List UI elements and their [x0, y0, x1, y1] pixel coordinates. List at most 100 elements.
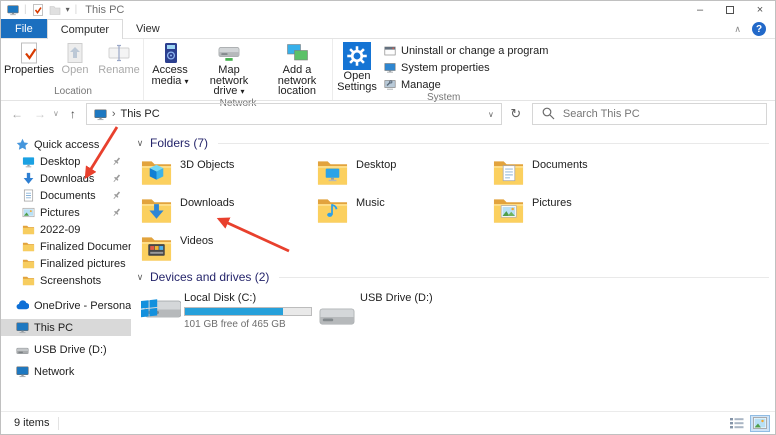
minimize-ribbon-icon[interactable]: ∧ — [734, 25, 741, 34]
sidebar-item-label: Network — [34, 366, 74, 378]
usb-drive-icon — [16, 343, 29, 356]
qat-customize-caret-icon[interactable]: ▾ — [66, 6, 70, 14]
maximize-button[interactable] — [715, 1, 745, 19]
sidebar-item-pictures[interactable]: Pictures — [1, 204, 131, 221]
back-button[interactable]: ← — [11, 108, 23, 120]
network-icon — [16, 365, 29, 378]
pictures-folder-icon — [493, 194, 524, 224]
open-button[interactable]: Open — [55, 40, 95, 76]
onedrive-cloud-icon — [16, 299, 29, 312]
sidebar-item-label: 2022-09 — [40, 224, 80, 236]
close-button[interactable]: × — [745, 1, 775, 19]
sidebar-item-downloads[interactable]: Downloads — [1, 170, 131, 187]
search-input[interactable] — [532, 103, 767, 125]
collapse-chevron-icon[interactable]: ∨ — [135, 272, 145, 283]
folder-tile-downloads[interactable]: Downloads — [141, 193, 317, 231]
help-button[interactable]: ? — [752, 22, 766, 36]
folders-grid: 3D Objects Desktop Documents Downloads M… — [141, 155, 775, 269]
collapse-chevron-icon[interactable]: ∨ — [135, 138, 145, 149]
up-button[interactable]: ↑ — [70, 108, 76, 120]
qat-properties-icon[interactable] — [32, 4, 44, 16]
sidebar-item-label: Pictures — [40, 207, 80, 219]
pin-icon — [111, 156, 122, 167]
system-properties-button[interactable]: System properties — [384, 61, 548, 75]
sidebar-item-label: This PC — [34, 322, 73, 334]
desktop-icon — [22, 155, 35, 168]
folder-tile-label: 3D Objects — [180, 159, 234, 171]
sidebar-item-this-pc[interactable]: This PC — [1, 319, 131, 336]
sidebar-item-finalized-pictures[interactable]: Finalized pictures — [1, 255, 131, 272]
sidebar-item-label: USB Drive (D:) — [34, 344, 107, 356]
folders-section-title[interactable]: Folders (7) — [150, 136, 208, 150]
add-network-location-icon — [286, 42, 308, 64]
sidebar-item-desktop[interactable]: Desktop — [1, 153, 131, 170]
view-buttons — [727, 415, 770, 432]
folders-section-header[interactable]: ∨ Folders (7) — [131, 135, 769, 151]
forward-button[interactable]: → — [34, 108, 46, 120]
sidebar-item-label: Desktop — [40, 156, 80, 168]
location-group-label: Location — [3, 86, 143, 100]
document-icon — [22, 189, 35, 202]
download-arrow-icon — [22, 172, 35, 185]
tab-view[interactable]: View — [123, 19, 173, 38]
minimize-icon: – — [697, 4, 703, 16]
open-settings-button[interactable]: Open Settings — [333, 40, 381, 92]
add-network-location-button[interactable]: Add a network location — [262, 40, 332, 97]
qat-new-folder-icon[interactable] — [49, 4, 61, 16]
manage-button[interactable]: Manage — [384, 78, 548, 92]
tab-computer[interactable]: Computer — [47, 19, 123, 39]
sidebar-item-onedrive[interactable]: OneDrive - Personal — [1, 297, 131, 314]
address-breadcrumb-box[interactable]: › This PC ∨ — [86, 103, 502, 125]
folder-tile-desktop[interactable]: Desktop — [317, 155, 493, 193]
body-area: Quick access Desktop Downloads Documents… — [1, 127, 775, 411]
sidebar-item-documents[interactable]: Documents — [1, 187, 131, 204]
sidebar-item-label: Screenshots — [40, 275, 101, 287]
local-disk-icon — [141, 293, 181, 325]
recent-locations-caret-icon[interactable]: ∨ — [53, 110, 59, 118]
properties-button[interactable]: Properties — [3, 40, 55, 76]
uninstall-program-button[interactable]: Uninstall or change a program — [384, 44, 548, 58]
manage-label: Manage — [401, 79, 441, 91]
network-buttons: Access media ▾ Map network drive ▾ Add a… — [144, 39, 332, 98]
map-network-drive-button[interactable]: Map network drive ▾ — [196, 40, 262, 98]
sidebar-item-2022-09[interactable]: 2022-09 — [1, 221, 131, 238]
sidebar-item-screenshots[interactable]: Screenshots — [1, 272, 131, 289]
refresh-button[interactable]: ↻ — [502, 106, 530, 122]
sidebar-item-quick-access[interactable]: Quick access — [1, 136, 131, 153]
address-dropdown-icon[interactable]: ∨ — [488, 110, 494, 119]
drive-tile-local-disk-c[interactable]: Local Disk (C:) 101 GB free of 465 GB — [141, 289, 317, 335]
uninstall-program-label: Uninstall or change a program — [401, 45, 548, 57]
folder-tile-videos[interactable]: Videos — [141, 231, 317, 269]
star-icon — [16, 138, 29, 151]
folder-tile-pictures[interactable]: Pictures — [493, 193, 669, 231]
system-properties-label: System properties — [401, 62, 490, 74]
pin-icon — [111, 173, 122, 184]
folder-icon — [22, 257, 35, 270]
maximize-icon — [726, 6, 734, 14]
sidebar-item-label: Quick access — [34, 139, 99, 151]
minimize-button[interactable]: – — [685, 1, 715, 19]
access-media-button[interactable]: Access media ▾ — [144, 40, 196, 87]
devices-section-header[interactable]: ∨ Devices and drives (2) — [131, 269, 769, 285]
ribbon-extras: ∧ ? — [734, 22, 766, 36]
drive-name: Local Disk (C:) — [184, 292, 312, 304]
explorer-window: | ▾ | This PC – × File Computer View ∧ ?… — [0, 0, 776, 435]
devices-section-title[interactable]: Devices and drives (2) — [150, 270, 269, 284]
sidebar-item-usb-drive[interactable]: USB Drive (D:) — [1, 341, 131, 358]
folder-tile-music[interactable]: Music — [317, 193, 493, 231]
manage-icon — [384, 79, 396, 91]
drive-tile-usb-d[interactable]: USB Drive (D:) — [317, 289, 493, 335]
breadcrumb-location[interactable]: This PC — [121, 108, 160, 120]
properties-icon — [18, 42, 40, 64]
rename-button[interactable]: Rename — [95, 40, 143, 76]
tab-file[interactable]: File — [1, 19, 47, 38]
large-icons-view-button[interactable] — [750, 415, 770, 432]
address-bar-row: ← → ∨ ↑ › This PC ∨ ↻ — [1, 101, 775, 127]
sidebar-item-network[interactable]: Network — [1, 363, 131, 380]
dropdown-caret-icon: ▾ — [185, 77, 189, 86]
details-view-button[interactable] — [727, 415, 747, 432]
sidebar-item-finalized-documents[interactable]: Finalized Documents — [1, 238, 131, 255]
folder-icon — [22, 274, 35, 287]
folder-tile-documents[interactable]: Documents — [493, 155, 669, 193]
folder-tile-3d-objects[interactable]: 3D Objects — [141, 155, 317, 193]
